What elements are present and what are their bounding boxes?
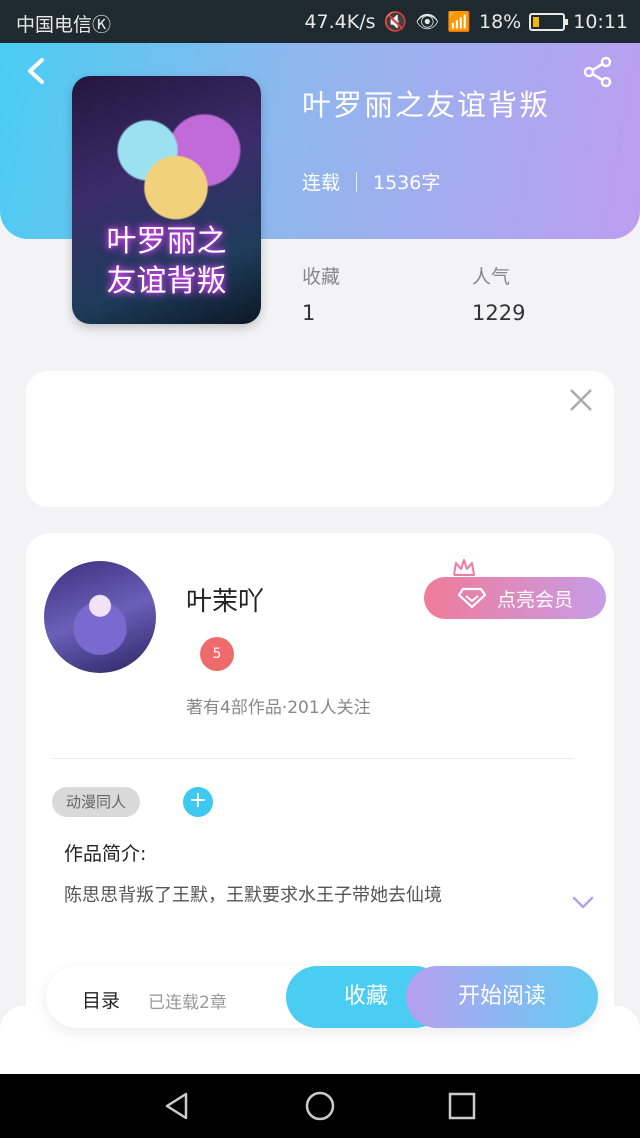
book-meta: 连载 1536字 (302, 168, 440, 195)
carrier-text: 中国电信Ⓚ (16, 14, 112, 36)
collect-stat-label: 收藏 (302, 266, 341, 288)
popularity-stat-label: 人气 (472, 266, 511, 288)
mute-icon: 🔇 (383, 11, 408, 33)
word-count: 1536字 (373, 172, 441, 194)
close-icon[interactable] (568, 387, 594, 413)
battery-icon (529, 12, 569, 31)
system-nav-bar (0, 1074, 640, 1138)
back-button[interactable] (22, 54, 56, 88)
collect-stat: 收藏 1 (302, 262, 340, 325)
vip-button-label: 点亮会员 (496, 588, 573, 611)
serial-status: 连载 (302, 172, 341, 194)
nav-back-icon[interactable] (162, 1090, 194, 1122)
network-speed: 47.4K/s (304, 10, 376, 33)
intro-label: 作品简介: (64, 843, 147, 865)
add-tag-button[interactable]: + (183, 787, 213, 817)
divider (52, 758, 574, 759)
banner-card (26, 371, 614, 507)
share-icon (583, 56, 612, 88)
vip-button[interactable]: 点亮会员 (424, 577, 606, 619)
wifi-icon: 📶 (447, 11, 471, 33)
intro-text: 陈思思背叛了王默，王默要求水王子带她去仙境 (64, 885, 442, 906)
author-name[interactable]: 叶茉吖 (186, 581, 264, 618)
meta-divider (356, 171, 358, 192)
crown-icon (453, 559, 475, 576)
cover-title: 叶罗丽之 友谊背叛 (106, 224, 227, 299)
action-bar: 目录 已连载2章 收藏 开始阅读 (46, 966, 598, 1028)
chevron-left-icon (28, 58, 44, 84)
collect-stat-value: 1 (302, 301, 316, 325)
toc-button[interactable]: 目录 (82, 986, 120, 1013)
book-title: 叶罗丽之友谊背叛 (302, 88, 551, 122)
clock: 10:11 (573, 10, 628, 33)
popularity-stat: 人气 1229 (472, 262, 525, 325)
author-stats: 著有4部作品·201人关注 (186, 698, 371, 718)
nav-home-icon[interactable] (304, 1090, 336, 1122)
diamond-icon (457, 587, 487, 609)
level-badge: 5 (200, 637, 234, 671)
eye-icon: 👁 (415, 11, 440, 33)
battery-text: 18% (479, 10, 522, 33)
book-cover[interactable]: 叶罗丽之 友谊背叛 (72, 76, 261, 324)
avatar[interactable] (44, 561, 156, 673)
genre-tag[interactable]: 动漫同人 (52, 787, 141, 817)
popularity-stat-value: 1229 (472, 301, 526, 325)
share-button[interactable] (582, 56, 616, 90)
chevron-down-icon[interactable] (572, 895, 594, 909)
status-bar: 中国电信Ⓚ 47.4K/s 🔇 👁 📶 18% 10:11 (0, 0, 640, 43)
nav-recents-icon[interactable] (446, 1090, 478, 1122)
chapter-count: 已连载2章 (148, 993, 227, 1013)
start-reading-button[interactable]: 开始阅读 (406, 966, 598, 1028)
